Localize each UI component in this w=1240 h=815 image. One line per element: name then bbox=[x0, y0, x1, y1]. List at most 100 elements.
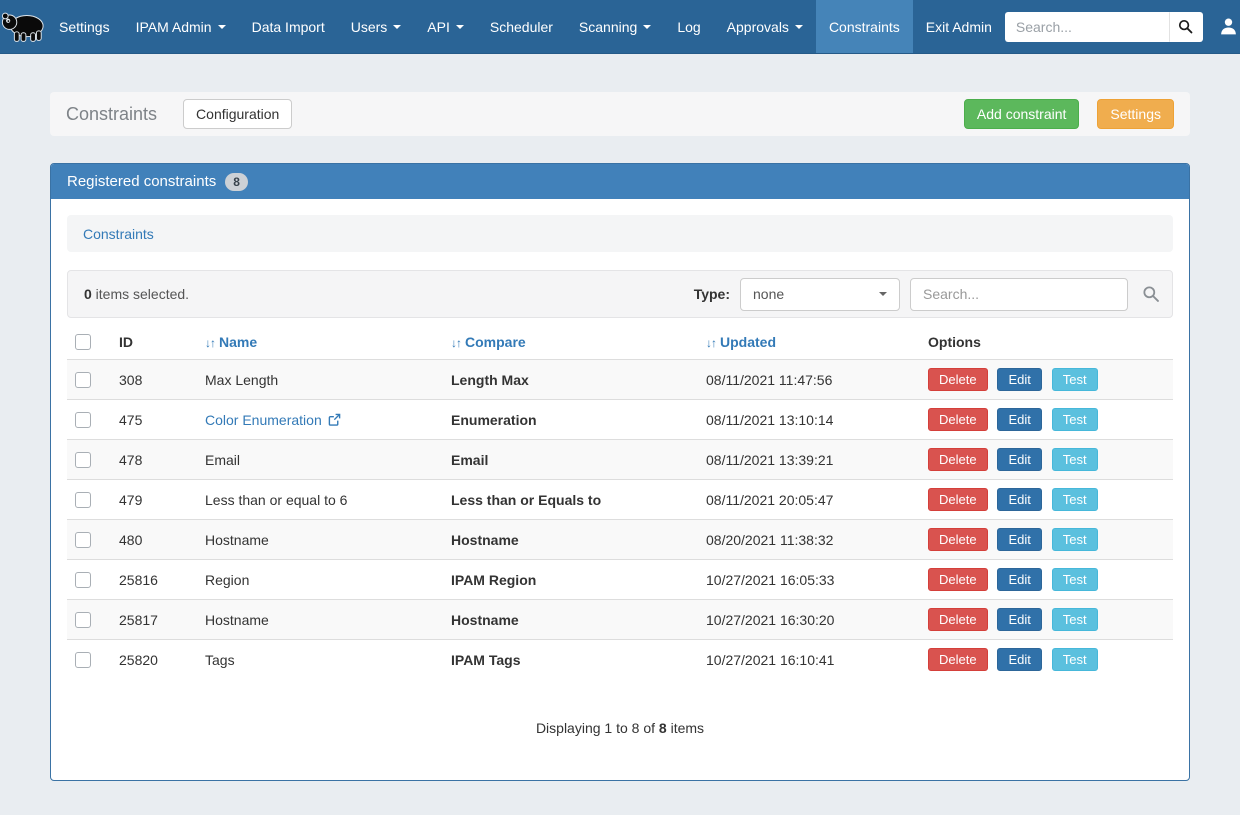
pagination-status: Displaying 1 to 8 of 8 items bbox=[67, 720, 1173, 736]
header-name[interactable]: ↓↑Name bbox=[197, 325, 443, 360]
panel-title: Registered constraints bbox=[67, 173, 216, 190]
test-button[interactable]: Test bbox=[1052, 488, 1098, 511]
cell-name: Max Length bbox=[197, 360, 443, 400]
edit-button[interactable]: Edit bbox=[997, 368, 1041, 391]
cell-id: 478 bbox=[111, 440, 197, 480]
cell-name: Email bbox=[197, 440, 443, 480]
type-select[interactable]: none bbox=[740, 278, 900, 311]
edit-button[interactable]: Edit bbox=[997, 408, 1041, 431]
settings-button[interactable]: Settings bbox=[1097, 99, 1174, 129]
cell-updated: 08/11/2021 13:10:14 bbox=[698, 400, 920, 440]
cell-id: 25817 bbox=[111, 600, 197, 640]
panel-body: Constraints 0 items selected. Type: none bbox=[51, 199, 1189, 752]
cell-compare: Hostname bbox=[443, 520, 698, 560]
cell-updated: 08/11/2021 13:39:21 bbox=[698, 440, 920, 480]
cell-compare: Enumeration bbox=[443, 400, 698, 440]
header-updated[interactable]: ↓↑Updated bbox=[698, 325, 920, 360]
table-search-button[interactable] bbox=[1142, 285, 1160, 303]
add-constraint-button[interactable]: Add constraint bbox=[964, 99, 1080, 129]
cell-name: Tags bbox=[197, 640, 443, 680]
configuration-button[interactable]: Configuration bbox=[183, 99, 292, 129]
top-navbar: Settings IPAM Admin Data Import Users AP… bbox=[0, 0, 1240, 54]
cell-id: 25820 bbox=[111, 640, 197, 680]
test-button[interactable]: Test bbox=[1052, 368, 1098, 391]
row-checkbox[interactable] bbox=[75, 412, 91, 428]
nav-exit-admin[interactable]: Exit Admin bbox=[913, 0, 1005, 53]
nav-approvals[interactable]: Approvals bbox=[714, 0, 816, 53]
selected-suffix: items selected. bbox=[92, 286, 189, 302]
selected-count: 0 bbox=[84, 286, 92, 302]
filter-toolbar: 0 items selected. Type: none bbox=[67, 270, 1173, 318]
nav-log[interactable]: Log bbox=[664, 0, 713, 53]
row-checkbox[interactable] bbox=[75, 492, 91, 508]
nav-scanning[interactable]: Scanning bbox=[566, 0, 664, 53]
user-icon bbox=[1219, 17, 1238, 36]
external-link-icon bbox=[328, 413, 341, 426]
table-row: 25820 Tags IPAM Tags 10/27/2021 16:10:41… bbox=[67, 640, 1173, 680]
app-logo[interactable] bbox=[0, 0, 46, 53]
edit-button[interactable]: Edit bbox=[997, 448, 1041, 471]
table-row: 475 Color Enumeration bbox=[67, 400, 1173, 440]
count-badge: 8 bbox=[225, 173, 248, 191]
cell-id: 479 bbox=[111, 480, 197, 520]
sort-icon: ↓↑ bbox=[205, 336, 215, 350]
breadcrumb-constraints-link[interactable]: Constraints bbox=[83, 226, 154, 242]
cell-updated: 10/27/2021 16:05:33 bbox=[698, 560, 920, 600]
test-button[interactable]: Test bbox=[1052, 648, 1098, 671]
cell-name: Color Enumeration bbox=[205, 412, 322, 428]
table-search-input[interactable] bbox=[910, 278, 1128, 311]
delete-button[interactable]: Delete bbox=[928, 568, 988, 591]
nav-ipam-admin[interactable]: IPAM Admin bbox=[123, 0, 239, 53]
footer-prefix: Displaying 1 to 8 of bbox=[536, 720, 659, 736]
edit-button[interactable]: Edit bbox=[997, 568, 1041, 591]
constraint-link[interactable]: Color Enumeration bbox=[205, 412, 341, 428]
delete-button[interactable]: Delete bbox=[928, 608, 988, 631]
nav-data-import[interactable]: Data Import bbox=[239, 0, 338, 53]
select-all-checkbox[interactable] bbox=[75, 334, 91, 350]
edit-button[interactable]: Edit bbox=[997, 528, 1041, 551]
panel-heading: Registered constraints 8 bbox=[51, 164, 1189, 199]
navbar-search-button[interactable] bbox=[1169, 12, 1203, 42]
delete-button[interactable]: Delete bbox=[928, 448, 988, 471]
edit-button[interactable]: Edit bbox=[997, 608, 1041, 631]
cell-compare: Less than or Equals to bbox=[443, 480, 698, 520]
header-compare[interactable]: ↓↑Compare bbox=[443, 325, 698, 360]
table-row: 25817 Hostname Hostname 10/27/2021 16:30… bbox=[67, 600, 1173, 640]
row-checkbox[interactable] bbox=[75, 572, 91, 588]
delete-button[interactable]: Delete bbox=[928, 488, 988, 511]
row-checkbox[interactable] bbox=[75, 372, 91, 388]
test-button[interactable]: Test bbox=[1052, 528, 1098, 551]
row-checkbox[interactable] bbox=[75, 452, 91, 468]
row-checkbox[interactable] bbox=[75, 612, 91, 628]
test-button[interactable]: Test bbox=[1052, 608, 1098, 631]
breadcrumb-bar: Constraints bbox=[67, 215, 1173, 252]
page-content: Constraints Configuration Add constraint… bbox=[0, 54, 1240, 781]
edit-button[interactable]: Edit bbox=[997, 488, 1041, 511]
navbar-search-input[interactable] bbox=[1005, 12, 1169, 42]
nav-api[interactable]: API bbox=[414, 0, 477, 53]
delete-button[interactable]: Delete bbox=[928, 408, 988, 431]
nav-scheduler[interactable]: Scheduler bbox=[477, 0, 566, 53]
delete-button[interactable]: Delete bbox=[928, 368, 988, 391]
type-select-value: none bbox=[753, 286, 873, 302]
sort-icon: ↓↑ bbox=[451, 336, 461, 350]
nav-settings[interactable]: Settings bbox=[46, 0, 123, 53]
table-header-row: ID ↓↑Name ↓↑Compare ↓↑Updated Options bbox=[67, 325, 1173, 360]
cell-id: 25816 bbox=[111, 560, 197, 600]
cell-updated: 08/11/2021 11:47:56 bbox=[698, 360, 920, 400]
delete-button[interactable]: Delete bbox=[928, 648, 988, 671]
chevron-down-icon bbox=[879, 292, 887, 296]
nav-constraints[interactable]: Constraints bbox=[816, 0, 913, 53]
row-checkbox[interactable] bbox=[75, 652, 91, 668]
user-menu[interactable] bbox=[1209, 0, 1240, 53]
search-icon bbox=[1142, 285, 1160, 303]
test-button[interactable]: Test bbox=[1052, 408, 1098, 431]
test-button[interactable]: Test bbox=[1052, 568, 1098, 591]
delete-button[interactable]: Delete bbox=[928, 528, 988, 551]
cell-name: Hostname bbox=[197, 600, 443, 640]
header-options: Options bbox=[920, 325, 1173, 360]
edit-button[interactable]: Edit bbox=[997, 648, 1041, 671]
nav-users[interactable]: Users bbox=[338, 0, 415, 53]
row-checkbox[interactable] bbox=[75, 532, 91, 548]
test-button[interactable]: Test bbox=[1052, 448, 1098, 471]
